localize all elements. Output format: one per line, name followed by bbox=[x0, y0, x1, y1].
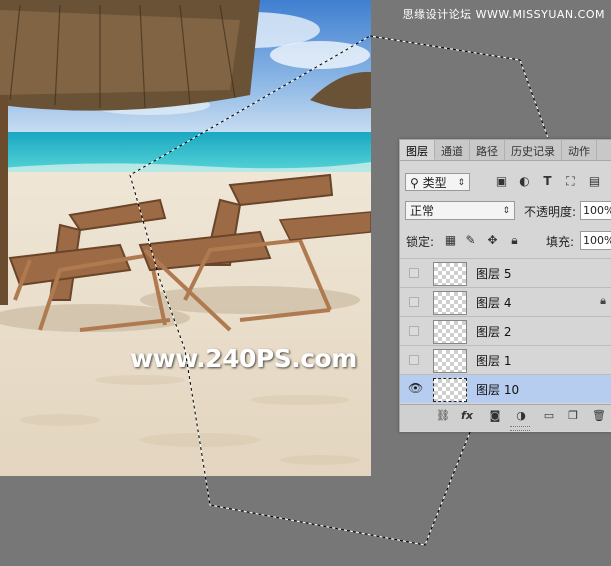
lock-pixels-brush-icon[interactable]: ✎ bbox=[464, 234, 477, 247]
chevron-updown-icon: ⇕ bbox=[457, 178, 465, 188]
search-icon: ⚲ bbox=[410, 176, 419, 190]
chevron-updown-icon: ⇕ bbox=[502, 206, 510, 216]
top-watermark: 思缘设计论坛 WWW.MISSYUAN.COM bbox=[402, 8, 605, 21]
layer-row[interactable]: 图层 4 🔒︎ bbox=[400, 287, 611, 316]
visibility-toggle[interactable] bbox=[409, 297, 419, 307]
smart-object-filter-icon[interactable]: ▤ bbox=[588, 175, 601, 188]
tab-history[interactable]: 历史记录 bbox=[505, 140, 562, 160]
layer-row[interactable]: 图层 2 bbox=[400, 316, 611, 345]
beach-photo bbox=[0, 0, 371, 476]
fill-input[interactable]: 100% bbox=[580, 231, 611, 250]
filter-kind-select[interactable]: ⚲ 类型 ⇕ bbox=[405, 173, 470, 191]
tab-channels[interactable]: 通道 bbox=[435, 140, 470, 160]
opacity-input[interactable]: 100% bbox=[580, 201, 611, 220]
blend-mode-select[interactable]: 正常 ⇕ bbox=[405, 201, 515, 220]
opacity-label: 不透明度: bbox=[524, 205, 577, 219]
layer-thumbnail bbox=[433, 320, 467, 344]
link-layers-icon[interactable]: ⛓ bbox=[436, 409, 450, 423]
lock-all-icon[interactable]: 🔒︎ bbox=[508, 234, 521, 247]
shape-filter-icon[interactable]: ⛶ bbox=[564, 175, 577, 188]
layer-name[interactable]: 图层 4 bbox=[476, 294, 511, 311]
site-watermark: www.240PS.com bbox=[130, 344, 357, 373]
layer-thumbnail bbox=[433, 262, 467, 286]
blend-row: 正常 ⇕ 不透明度: 100% bbox=[400, 201, 611, 221]
panel-tabs: 图层 通道 路径 历史记录 动作 bbox=[400, 140, 611, 161]
visibility-toggle[interactable] bbox=[409, 355, 419, 365]
layer-thumbnail bbox=[433, 291, 467, 315]
layer-row[interactable]: 图层 5 bbox=[400, 258, 611, 287]
trash-icon[interactable]: 🗑︎ bbox=[592, 409, 606, 423]
canvas-photo[interactable]: www.240PS.com bbox=[0, 0, 371, 476]
fill-label: 填充: bbox=[546, 235, 575, 249]
layer-thumbnail bbox=[433, 378, 467, 402]
layer-row-selected[interactable]: 👁︎ 图层 10 bbox=[400, 374, 611, 403]
lock-position-move-icon[interactable]: ✥ bbox=[486, 234, 499, 247]
layers-panel: 图层 通道 路径 历史记录 动作 ⚲ 类型 ⇕ ▣ ◐ T ⛶ ▤ 正常 ⇕ 不… bbox=[399, 139, 611, 432]
add-mask-icon[interactable]: ◙ bbox=[488, 409, 502, 423]
filter-row: ⚲ 类型 ⇕ ▣ ◐ T ⛶ ▤ bbox=[400, 170, 611, 194]
tab-actions[interactable]: 动作 bbox=[562, 140, 597, 160]
layer-thumbnail bbox=[433, 349, 467, 373]
eye-icon[interactable]: 👁︎ bbox=[408, 381, 423, 395]
filter-kind-label: 类型 bbox=[422, 176, 447, 190]
tab-paths[interactable]: 路径 bbox=[470, 140, 505, 160]
visibility-toggle[interactable] bbox=[409, 326, 419, 336]
new-layer-icon[interactable]: ❐ bbox=[566, 409, 580, 423]
type-filter-icon[interactable]: T bbox=[541, 175, 554, 188]
lock-icon: 🔒︎ bbox=[600, 294, 606, 307]
lock-row: 锁定: ▦ ✎ ✥ 🔒︎ 填充: 100% bbox=[400, 231, 611, 251]
layer-name[interactable]: 图层 1 bbox=[476, 352, 511, 369]
blend-mode-label: 正常 bbox=[410, 204, 435, 218]
layer-name[interactable]: 图层 10 bbox=[476, 381, 519, 398]
layer-row[interactable]: 图层 1 bbox=[400, 345, 611, 374]
adjustment-layer-icon[interactable]: ◑ bbox=[514, 409, 528, 423]
resize-grip[interactable] bbox=[510, 426, 530, 431]
lock-transparent-icon[interactable]: ▦ bbox=[444, 234, 457, 247]
layer-name[interactable]: 图层 2 bbox=[476, 323, 511, 340]
adjustment-filter-icon[interactable]: ◐ bbox=[518, 175, 531, 188]
tab-layers[interactable]: 图层 bbox=[400, 140, 435, 160]
layer-name[interactable]: 图层 5 bbox=[476, 265, 511, 282]
new-group-folder-icon[interactable]: ▭ bbox=[542, 409, 556, 423]
lock-label: 锁定: bbox=[406, 235, 435, 249]
pixel-filter-icon[interactable]: ▣ bbox=[495, 175, 508, 188]
visibility-toggle[interactable] bbox=[409, 268, 419, 278]
fx-icon[interactable]: fx bbox=[460, 409, 474, 423]
panel-footer: ⛓ fx ◙ ◑ ▭ ❐ 🗑︎ bbox=[400, 404, 611, 431]
